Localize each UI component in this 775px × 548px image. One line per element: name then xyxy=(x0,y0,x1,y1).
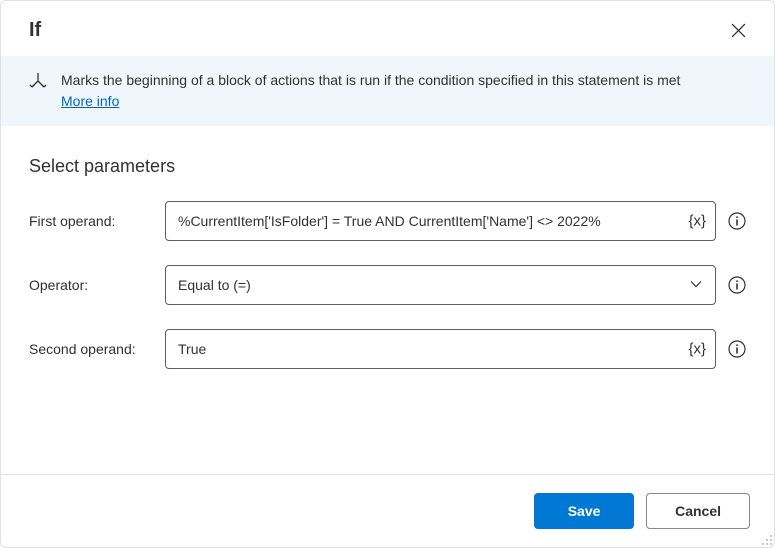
operator-select[interactable]: Equal to (=) xyxy=(165,265,716,305)
resize-grip-icon[interactable] xyxy=(759,532,773,546)
variable-picker-icon[interactable]: {x} xyxy=(688,341,706,358)
operator-info-icon[interactable] xyxy=(728,276,746,294)
first-operand-row: First operand: {x} xyxy=(29,201,746,241)
first-operand-label: First operand: xyxy=(29,213,153,229)
banner-text: Marks the beginning of a block of action… xyxy=(61,70,680,112)
close-button[interactable] xyxy=(727,19,750,42)
cancel-button[interactable]: Cancel xyxy=(646,493,750,529)
second-operand-label: Second operand: xyxy=(29,341,153,357)
dialog-body: Select parameters First operand: {x} Ope… xyxy=(1,126,774,474)
operator-label: Operator: xyxy=(29,277,153,293)
dialog-footer: Save Cancel xyxy=(1,474,774,547)
second-operand-row: Second operand: {x} xyxy=(29,329,746,369)
section-title: Select parameters xyxy=(29,156,746,177)
branch-icon xyxy=(29,72,47,95)
more-info-link[interactable]: More info xyxy=(61,93,119,109)
second-operand-info-icon[interactable] xyxy=(728,340,746,358)
second-operand-input[interactable] xyxy=(165,329,716,369)
first-operand-info-icon[interactable] xyxy=(728,212,746,230)
operator-value: Equal to (=) xyxy=(178,277,251,293)
dialog-title: If xyxy=(29,19,41,42)
if-dialog: If Marks the beginning of a block of act… xyxy=(0,0,775,548)
variable-picker-icon[interactable]: {x} xyxy=(688,213,706,230)
close-icon xyxy=(731,23,746,38)
banner-description: Marks the beginning of a block of action… xyxy=(61,72,680,88)
second-operand-input-wrapper: {x} xyxy=(165,329,716,369)
chevron-down-icon xyxy=(689,277,703,294)
operator-input-wrapper: Equal to (=) xyxy=(165,265,716,305)
first-operand-input[interactable] xyxy=(165,201,716,241)
save-button[interactable]: Save xyxy=(534,493,634,529)
info-banner: Marks the beginning of a block of action… xyxy=(1,56,774,126)
first-operand-input-wrapper: {x} xyxy=(165,201,716,241)
dialog-header: If xyxy=(1,1,774,56)
operator-row: Operator: Equal to (=) xyxy=(29,265,746,305)
